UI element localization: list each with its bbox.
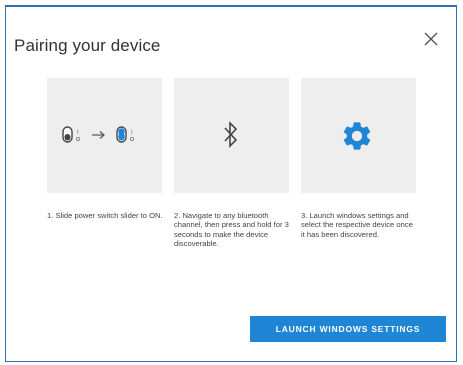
step-2-description: 2. Navigate to any bluetooth channel, th… [174,211,289,249]
step-3-card [301,78,416,193]
launch-windows-settings-button[interactable]: LAUNCH WINDOWS SETTINGS [250,316,446,342]
svg-text:I: I [131,130,133,136]
step-1-card: I I [47,78,162,193]
step-2-card [174,78,289,193]
gear-icon [340,119,374,153]
dialog-title: Pairing your device [14,36,161,55]
close-icon[interactable] [422,30,440,48]
slider-switch-icon: I I [61,124,149,146]
bluetooth-icon [222,120,240,150]
svg-text:I: I [77,130,79,136]
step-3-description: 3. Launch windows settings and select th… [301,211,413,239]
step-1-description: 1. Slide power switch slider to ON. [47,211,163,220]
